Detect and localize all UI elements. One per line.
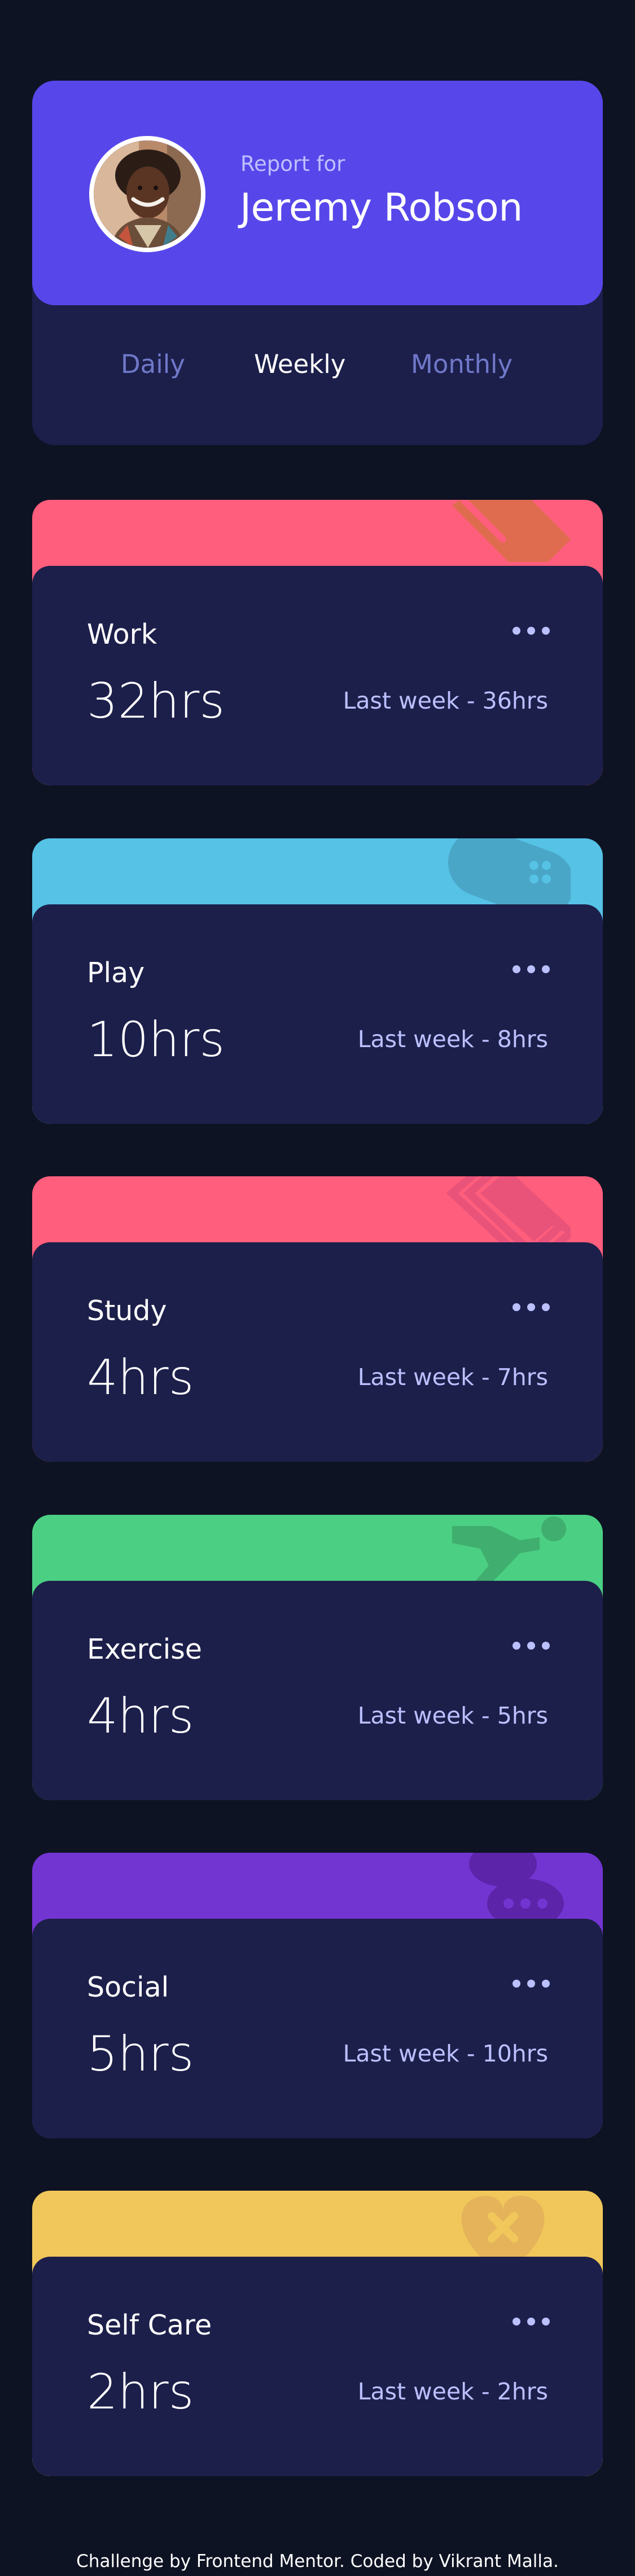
activity-card-social: Social 5hrs Last week - 10hrs xyxy=(32,1853,603,2138)
profile-header: Report for Jeremy Robson xyxy=(32,81,603,305)
activity-panel[interactable]: Exercise 4hrs Last week - 5hrs xyxy=(32,1581,603,1800)
activity-card-study: Study 4hrs Last week - 7hrs xyxy=(32,1176,603,1462)
ellipsis-icon[interactable] xyxy=(513,1639,550,1652)
current-hours: 32hrs xyxy=(87,673,225,729)
activity-title: Work xyxy=(87,618,157,650)
running-icon xyxy=(452,1516,566,1588)
previous-hours: Last week - 36hrs xyxy=(343,687,548,714)
avatar xyxy=(89,136,205,252)
activity-card-work: Work 32hrs Last week - 36hrs xyxy=(32,500,603,785)
previous-hours: Last week - 5hrs xyxy=(357,1702,548,1729)
activity-card-self-care: Self Care 2hrs Last week - 2hrs xyxy=(32,2191,603,2476)
previous-hours: Last week - 8hrs xyxy=(357,1026,548,1053)
current-hours: 2hrs xyxy=(87,2364,194,2420)
tab-monthly[interactable]: Monthly xyxy=(411,349,513,379)
profile-card: Report for Jeremy Robson Daily Weekly Mo… xyxy=(32,81,603,445)
gamepad-icon xyxy=(448,838,571,912)
avatar-portrait xyxy=(94,140,201,248)
footer-credit: Challenge by Frontend Mentor. Coded by V… xyxy=(76,2551,559,2571)
tab-weekly[interactable]: Weekly xyxy=(254,349,345,379)
activity-title: Exercise xyxy=(87,1633,202,1665)
activity-panel[interactable]: Work 32hrs Last week - 36hrs xyxy=(32,566,603,785)
previous-hours: Last week - 7hrs xyxy=(357,1364,548,1391)
heart-icon xyxy=(461,2196,545,2264)
previous-hours: Last week - 2hrs xyxy=(357,2378,548,2405)
book-icon xyxy=(446,1176,571,1250)
user-name: Jeremy Robson xyxy=(240,186,523,230)
chat-icon xyxy=(469,1853,564,1926)
activity-title: Study xyxy=(87,1295,167,1327)
activity-title: Play xyxy=(87,957,145,989)
activity-panel[interactable]: Social 5hrs Last week - 10hrs xyxy=(32,1919,603,2138)
ellipsis-icon[interactable] xyxy=(513,963,550,975)
previous-hours: Last week - 10hrs xyxy=(343,2040,548,2067)
current-hours: 10hrs xyxy=(87,1012,225,1068)
dashboard-page: Report for Jeremy Robson Daily Weekly Mo… xyxy=(0,0,635,2576)
ellipsis-icon[interactable] xyxy=(513,2315,550,2328)
tab-daily[interactable]: Daily xyxy=(121,349,185,379)
current-hours: 4hrs xyxy=(87,1688,194,1744)
current-hours: 4hrs xyxy=(87,1349,194,1406)
activity-panel[interactable]: Self Care 2hrs Last week - 2hrs xyxy=(32,2257,603,2476)
current-hours: 5hrs xyxy=(87,2026,194,2082)
activity-card-play: Play 10hrs Last week - 8hrs xyxy=(32,838,603,1124)
activity-panel[interactable]: Play 10hrs Last week - 8hrs xyxy=(32,904,603,1124)
ellipsis-icon[interactable] xyxy=(513,1301,550,1313)
activity-title: Self Care xyxy=(87,2309,212,2341)
briefcase-icon xyxy=(452,500,571,562)
ellipsis-icon[interactable] xyxy=(513,1977,550,1990)
timeframe-tabs: Daily Weekly Monthly xyxy=(32,349,603,394)
activity-title: Social xyxy=(87,1971,169,2003)
ellipsis-icon[interactable] xyxy=(513,625,550,637)
activity-card-exercise: Exercise 4hrs Last week - 5hrs xyxy=(32,1515,603,1800)
report-for-label: Report for xyxy=(240,152,345,176)
activity-panel[interactable]: Study 4hrs Last week - 7hrs xyxy=(32,1242,603,1462)
